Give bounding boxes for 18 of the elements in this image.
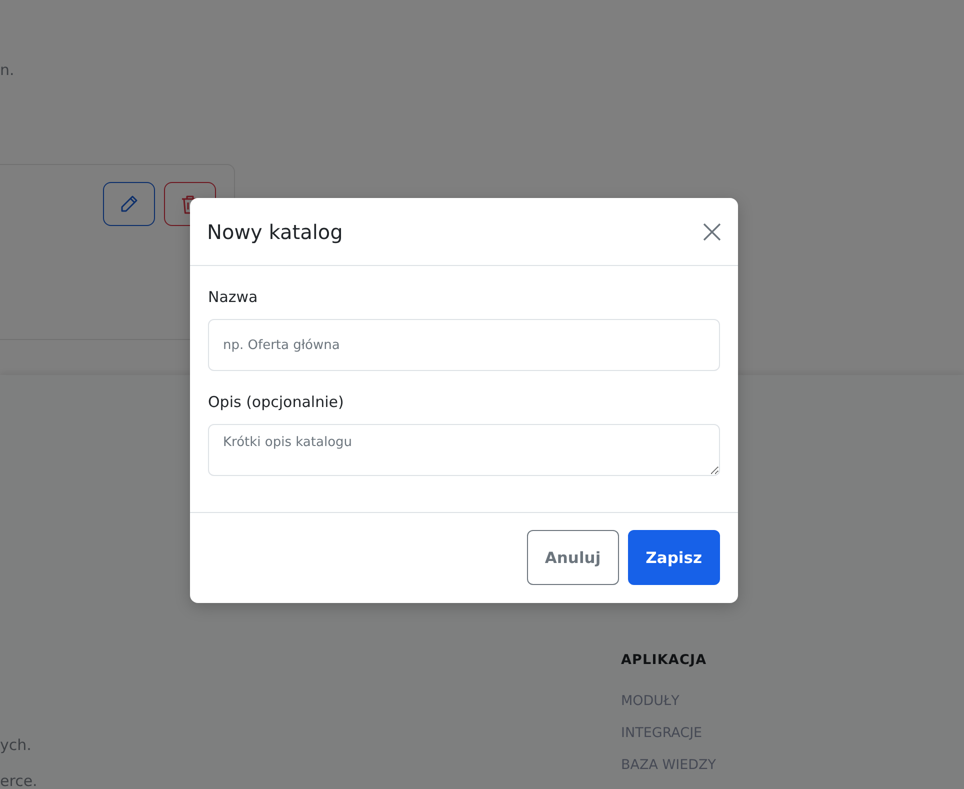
footer-link[interactable]: INTEGRACJE (621, 723, 702, 743)
close-icon (703, 222, 721, 240)
cancel-button[interactable]: Anuluj (526, 530, 619, 585)
footer-link[interactable]: BAZA WIEDZY (621, 755, 716, 775)
textarea-field[interactable]: Krótki opis katalogu (208, 424, 720, 476)
footer-heading: APLIKACJA (621, 651, 707, 670)
paragraph-text: erce. (0, 773, 38, 789)
text-input[interactable]: np. Oferta główna (208, 319, 720, 371)
edit-button[interactable] (103, 182, 155, 226)
field-label: Opis (opcjonalnie) (208, 392, 344, 413)
footer-link[interactable]: MODUŁY (621, 691, 680, 711)
paragraph-text: ych. (0, 737, 32, 753)
pencil-icon (120, 195, 138, 213)
field-label: Nazwa (208, 287, 258, 308)
paragraph-text: n. (0, 60, 14, 80)
modal-title: Nowy katalog (207, 220, 343, 244)
save-button[interactable]: Zapisz (628, 530, 720, 585)
close-button[interactable] (702, 222, 722, 242)
